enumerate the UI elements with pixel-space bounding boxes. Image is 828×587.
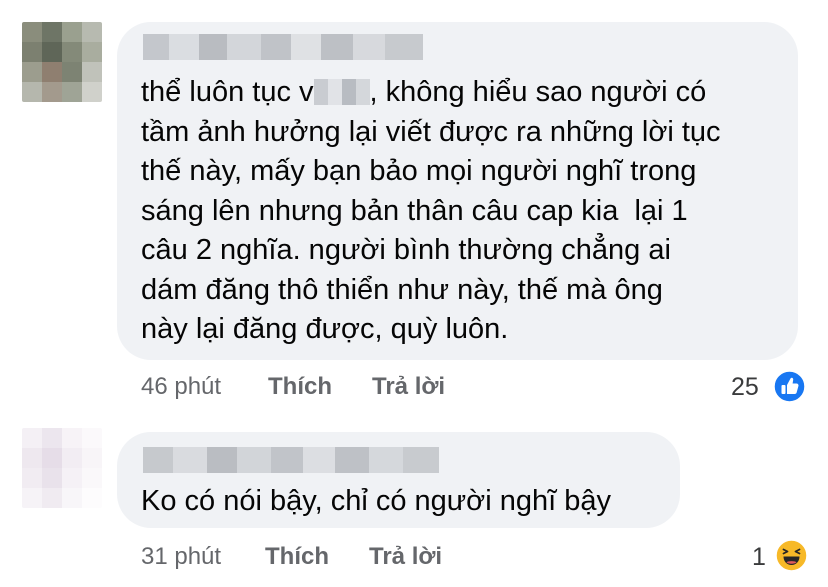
blurred-commenter-name[interactable]	[143, 34, 423, 60]
commenter-avatar[interactable]	[22, 22, 102, 102]
reaction-count[interactable]: 1	[752, 543, 766, 571]
comment-text-part: thể luôn tục v	[141, 76, 314, 108]
comment-text: thể luôn tục v, không hiểu sao người có …	[141, 73, 791, 350]
censored-word	[313, 79, 370, 105]
haha-icon[interactable]	[775, 539, 808, 572]
reply-link[interactable]: Trả lời	[369, 543, 442, 571]
like-link[interactable]: Thích	[265, 543, 329, 571]
blurred-commenter-name[interactable]	[143, 447, 439, 473]
like-link[interactable]: Thích	[268, 373, 332, 401]
reaction-count[interactable]: 25	[731, 373, 759, 401]
comment-timestamp[interactable]: 46 phút	[141, 373, 221, 401]
comment-text: Ko có nói bậy, chỉ có người nghĩ bậy	[141, 485, 611, 517]
reply-link[interactable]: Trả lời	[372, 373, 445, 401]
commenter-avatar[interactable]	[22, 428, 102, 508]
comment-timestamp[interactable]: 31 phút	[141, 543, 221, 571]
like-icon[interactable]	[773, 370, 806, 403]
comment-text-part: , không hiểu sao người có tầm ảnh hưởng …	[141, 76, 721, 345]
